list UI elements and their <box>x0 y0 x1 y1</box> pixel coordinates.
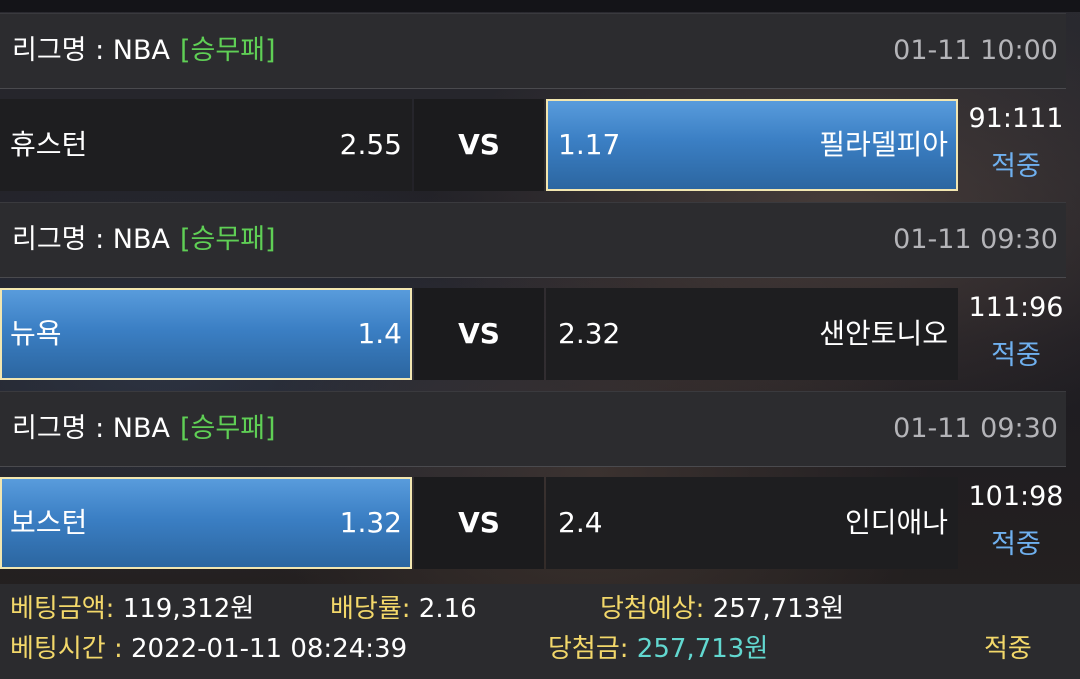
home-odds-button[interactable]: 휴스턴 2.55 <box>0 99 412 191</box>
win-amount-label: 당첨금: <box>548 634 629 664</box>
final-score: 91:111 <box>968 103 1064 134</box>
home-team-name: 뉴욕 <box>10 317 62 350</box>
league-header: 리그명 : NBA [승무패] 01-11 09:30 <box>0 202 1066 278</box>
away-team-name: 인디애나 <box>844 506 948 539</box>
away-odds-button[interactable]: 2.32 샌안토니오 <box>546 288 958 380</box>
away-team-name: 샌안토니오 <box>819 317 948 350</box>
win-amount: 당첨금: 257,713원 <box>548 632 768 666</box>
match-datetime: 01-11 10:00 <box>893 35 1058 66</box>
match-result: 101:98 적중 <box>960 477 1072 569</box>
bet-amount: 베팅금액: 119,312원 <box>10 592 254 626</box>
league-header: 리그명 : NBA [승무패] 01-11 09:30 <box>0 391 1066 467</box>
win-amount-value: 257,713원 <box>636 634 769 664</box>
league-header: 리그명 : NBA [승무패] 01-11 10:00 <box>0 13 1066 89</box>
away-odds: 2.32 <box>558 317 621 350</box>
bet-amount-label: 베팅금액: <box>10 594 115 624</box>
away-team-name: 필라델피아 <box>819 128 948 161</box>
home-team-name: 보스턴 <box>10 506 88 539</box>
away-odds: 2.4 <box>558 506 603 539</box>
expected-winnings: 당첨예상: 257,713원 <box>600 592 844 626</box>
match-row: 보스턴 1.32 VS 2.4 인디애나 101:98 적중 <box>0 477 1080 569</box>
match-result: 91:111 적중 <box>960 99 1072 191</box>
expected-value: 257,713원 <box>712 594 845 624</box>
away-odds-button[interactable]: 1.17 필라델피아 <box>546 99 958 191</box>
match-row: 뉴욕 1.4 VS 2.32 샌안토니오 111:96 적중 <box>0 288 1080 380</box>
match-datetime: 01-11 09:30 <box>893 413 1058 444</box>
odds-label: 배당률: <box>330 594 411 624</box>
away-odds-button[interactable]: 2.4 인디애나 <box>546 477 958 569</box>
match-result: 111:96 적중 <box>960 288 1072 380</box>
match-datetime: 01-11 09:30 <box>893 224 1058 255</box>
odds-value: 2.16 <box>418 594 477 624</box>
bet-time-value: 2022-01-11 08:24:39 <box>130 634 408 664</box>
away-odds: 1.17 <box>558 128 621 161</box>
bet-type: [승무패] <box>179 224 276 255</box>
home-team-name: 휴스턴 <box>10 128 88 161</box>
bet-time-label: 베팅시간 : <box>10 634 123 664</box>
vs-label: VS <box>414 99 544 191</box>
bet-status: 적중 <box>984 634 1032 664</box>
bet-type: [승무패] <box>179 35 276 66</box>
league-name: 리그명 : NBA [승무패] <box>12 224 276 255</box>
league-name: 리그명 : NBA [승무패] <box>12 35 276 66</box>
expected-label: 당첨예상: <box>600 594 705 624</box>
bet-amount-value: 119,312원 <box>122 594 255 624</box>
home-odds: 2.55 <box>339 128 402 161</box>
vs-label: VS <box>414 477 544 569</box>
result-status: 적중 <box>991 340 1041 371</box>
home-odds: 1.32 <box>339 506 402 539</box>
bet-summary: 베팅금액: 119,312원 배당률: 2.16 당첨예상: 257,713원 … <box>0 584 1080 679</box>
match-row: 휴스턴 2.55 VS 1.17 필라델피아 91:111 적중 <box>0 99 1080 191</box>
result-status: 적중 <box>991 151 1041 182</box>
final-score: 101:98 <box>968 481 1064 512</box>
league-name: 리그명 : NBA [승무패] <box>12 413 276 444</box>
home-odds-button[interactable]: 보스턴 1.32 <box>0 477 412 569</box>
result-status: 적중 <box>991 529 1041 560</box>
home-odds-button[interactable]: 뉴욕 1.4 <box>0 288 412 380</box>
final-score: 111:96 <box>968 292 1064 323</box>
total-odds: 배당률: 2.16 <box>330 592 477 626</box>
bet-type: [승무패] <box>179 413 276 444</box>
vs-label: VS <box>414 288 544 380</box>
bet-time: 베팅시간 : 2022-01-11 08:24:39 <box>10 632 407 666</box>
top-strip <box>0 0 1080 12</box>
home-odds: 1.4 <box>357 317 402 350</box>
